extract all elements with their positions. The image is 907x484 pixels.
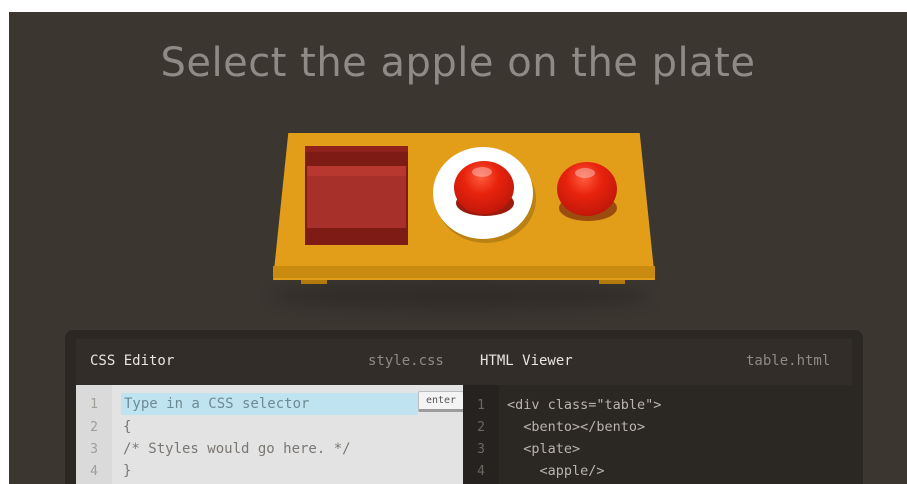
html-code-line[interactable]: <bento></bento>	[507, 419, 645, 435]
html-viewer-title: HTML Viewer	[480, 353, 573, 369]
apple-highlight	[472, 167, 492, 177]
line-number: 1	[477, 398, 485, 413]
css-selector-input[interactable]	[121, 393, 418, 415]
enter-button[interactable]: enter	[418, 391, 464, 412]
apple-on-table[interactable]	[557, 162, 617, 216]
editor-panel: CSS Editor style.css HTML Viewer table.h…	[65, 330, 863, 484]
css-editor-pane: 1 enter 2 { 3 /* Styles would go here. *…	[76, 385, 464, 484]
bento-box[interactable]	[305, 146, 408, 245]
css-editor-title: CSS Editor	[90, 353, 175, 369]
bento-inner	[307, 166, 406, 228]
line-number: 4	[90, 464, 98, 479]
html-code-line[interactable]: <plate>	[507, 441, 580, 457]
table-front-edge	[273, 266, 655, 278]
code-line: }	[123, 463, 132, 479]
html-code-line[interactable]: <apple/>	[507, 463, 605, 479]
line-number: 2	[90, 420, 98, 435]
table-shadow	[271, 282, 651, 310]
editor-header: CSS Editor style.css HTML Viewer table.h…	[76, 339, 852, 385]
line-number: 3	[90, 442, 98, 457]
html-viewer-pane: 1 <div class="table"> 2 <bento></bento> …	[463, 385, 852, 484]
css-filename: style.css	[368, 353, 444, 369]
game-stage: Select the apple on the plate CSS Editor…	[9, 12, 907, 484]
level-instruction: Select the apple on the plate	[160, 40, 756, 86]
line-number: 2	[477, 420, 485, 435]
code-line: /* Styles would go here. */	[123, 441, 351, 457]
html-code-line[interactable]: <div class="table">	[507, 397, 661, 413]
apple-highlight	[575, 168, 595, 178]
html-filename: table.html	[746, 353, 831, 369]
line-number: 4	[477, 464, 485, 479]
line-number: 1	[90, 397, 98, 412]
line-number: 3	[477, 442, 485, 457]
code-line: {	[123, 419, 132, 435]
apple-on-plate[interactable]	[454, 161, 514, 214]
